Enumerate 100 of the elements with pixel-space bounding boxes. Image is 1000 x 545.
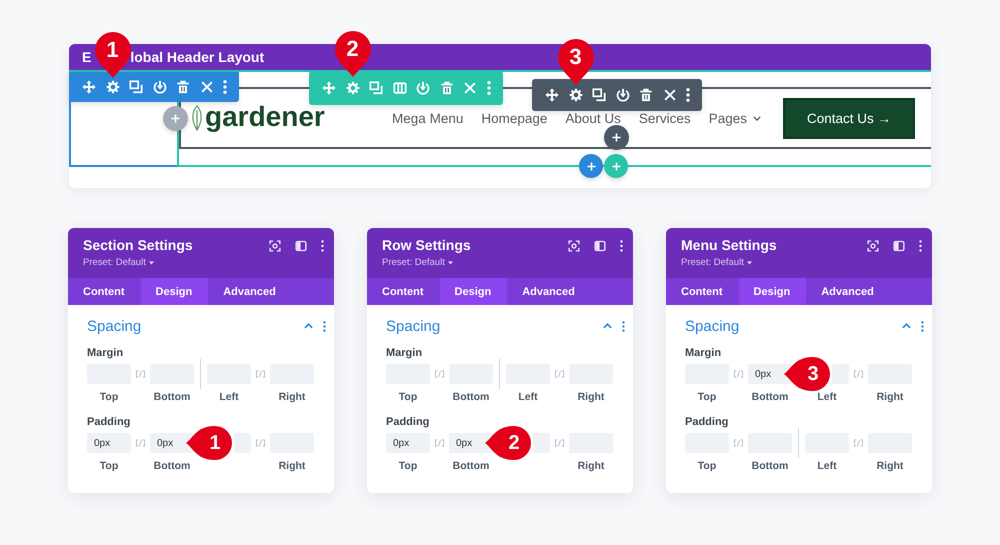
- link-icon[interactable]: [853, 370, 864, 378]
- step-marker: 1: [94, 32, 130, 78]
- tab[interactable]: Advanced: [806, 278, 890, 305]
- nav-link[interactable]: Homepage: [481, 110, 548, 126]
- link-icon[interactable]: [434, 439, 445, 447]
- preset-selector[interactable]: Preset: Default: [681, 257, 744, 269]
- tab[interactable]: Advanced: [208, 278, 292, 305]
- logo-text: gardener: [205, 102, 325, 130]
- duplicate-icon[interactable]: [129, 80, 143, 94]
- link-icon[interactable]: [255, 370, 266, 378]
- step-marker: 3: [558, 39, 594, 85]
- plus-icon: [612, 133, 621, 142]
- preset-selector[interactable]: Preset: Default: [83, 257, 146, 269]
- vertical-dots-icon[interactable]: [486, 81, 490, 95]
- link-icon[interactable]: [733, 370, 744, 378]
- caret-down-icon[interactable]: [148, 261, 154, 265]
- move-icon[interactable]: [545, 88, 559, 102]
- vertical-dots-icon[interactable]: [620, 240, 623, 252]
- link-icon[interactable]: [135, 439, 146, 447]
- contact-button[interactable]: Contact Us →: [782, 98, 915, 138]
- input-field[interactable]: 0px: [386, 433, 430, 453]
- panel-title: Row Settings: [382, 237, 471, 254]
- link-icon[interactable]: [853, 439, 864, 447]
- settings-icon[interactable]: [568, 88, 582, 102]
- add-button[interactable]: [579, 154, 603, 178]
- split-view-icon[interactable]: [594, 240, 606, 252]
- link-icon[interactable]: [255, 439, 266, 447]
- tab[interactable]: Design: [440, 278, 508, 305]
- settings-icon[interactable]: [106, 80, 120, 94]
- trash-icon[interactable]: [639, 88, 653, 102]
- field-group-label: Padding: [685, 416, 730, 429]
- chevron-up-icon[interactable]: [603, 323, 612, 329]
- vertical-dots-icon[interactable]: [321, 240, 324, 252]
- add-button[interactable]: [604, 125, 629, 150]
- preset-selector[interactable]: Preset: Default: [382, 257, 445, 269]
- vertical-dots-icon[interactable]: [686, 88, 690, 102]
- columns-icon[interactable]: [392, 81, 406, 95]
- nav-link[interactable]: Mega Menu: [392, 110, 464, 126]
- section-title: Spacing: [386, 318, 440, 334]
- target-icon[interactable]: [867, 240, 879, 252]
- plus-icon: [586, 162, 596, 170]
- chevron-up-icon[interactable]: [304, 323, 313, 329]
- link-icon[interactable]: [733, 439, 744, 447]
- panel-title: Menu Settings: [681, 237, 777, 254]
- input-field[interactable]: 0px: [748, 364, 792, 384]
- field-label: Top: [398, 391, 418, 404]
- caret-down-icon[interactable]: [746, 261, 752, 265]
- card-title: lobal Header Layout: [130, 49, 264, 65]
- step-marker: 2: [334, 31, 370, 77]
- power-icon[interactable]: [616, 88, 630, 102]
- field-label: Bottom: [452, 391, 490, 404]
- tab[interactable]: Content: [666, 278, 739, 305]
- tab[interactable]: Design: [738, 278, 806, 305]
- field-group-label: Padding: [87, 416, 132, 429]
- chevron-down-icon: [752, 116, 761, 120]
- link-icon[interactable]: [554, 370, 565, 378]
- caret-down-icon[interactable]: [448, 261, 453, 265]
- trash-icon[interactable]: [176, 80, 190, 94]
- vertical-dots-icon[interactable]: [919, 240, 922, 252]
- chevron-up-icon[interactable]: [902, 323, 911, 329]
- field-label: Bottom: [452, 460, 490, 473]
- vertical-dots-icon[interactable]: [223, 80, 227, 94]
- power-icon[interactable]: [152, 80, 166, 94]
- link-icon[interactable]: [135, 370, 146, 378]
- duplicate-icon[interactable]: [592, 88, 606, 102]
- field-label: Top: [398, 460, 418, 473]
- leaf-icon: [191, 105, 203, 131]
- nav-link[interactable]: Services: [638, 110, 691, 126]
- vertical-dots-icon[interactable]: [323, 320, 326, 332]
- field-label: Right: [278, 460, 306, 473]
- target-icon[interactable]: [269, 240, 281, 252]
- field-label: Top: [100, 391, 118, 404]
- input-field[interactable]: 0px: [150, 433, 194, 453]
- input-field[interactable]: 0px: [449, 433, 493, 453]
- tab[interactable]: Content: [68, 278, 141, 305]
- link-icon[interactable]: [554, 439, 565, 447]
- field-label: Right: [578, 391, 604, 404]
- vertical-dots-icon[interactable]: [622, 320, 625, 332]
- field-label: Left: [817, 391, 837, 404]
- nav-link[interactable]: Pages: [708, 110, 761, 126]
- vertical-dots-icon[interactable]: [921, 320, 924, 332]
- trash-icon[interactable]: [440, 81, 454, 95]
- step-marker: 1: [186, 426, 232, 460]
- panel-title: Section Settings: [83, 237, 193, 254]
- move-icon[interactable]: [82, 80, 96, 94]
- split-view-icon[interactable]: [893, 240, 905, 252]
- field-label: Top: [100, 460, 118, 473]
- close-icon[interactable]: [662, 88, 676, 102]
- target-icon[interactable]: [568, 240, 580, 252]
- split-view-icon[interactable]: [295, 240, 307, 252]
- tab[interactable]: Advanced: [507, 278, 591, 305]
- tab[interactable]: Design: [140, 278, 208, 305]
- tab[interactable]: Content: [367, 278, 440, 305]
- field-label: Right: [278, 391, 306, 404]
- nav-link[interactable]: About Us: [565, 110, 621, 126]
- link-icon[interactable]: [434, 370, 445, 378]
- field-group-label: Margin: [386, 347, 424, 360]
- close-icon[interactable]: [200, 80, 214, 94]
- field-group-label: Margin: [685, 347, 722, 360]
- input-field[interactable]: 0px: [87, 433, 131, 453]
